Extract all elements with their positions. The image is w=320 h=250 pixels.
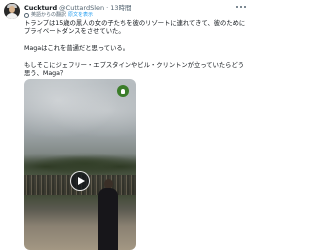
media-badge-icon [117, 85, 129, 97]
badge-glyph [121, 88, 125, 94]
video-person [98, 188, 118, 250]
post-time[interactable]: 13時間 [110, 3, 131, 13]
post-text-line: Magaはこれを普通だと思っている。 [24, 45, 129, 53]
more-icon[interactable] [235, 2, 247, 12]
play-icon[interactable] [70, 171, 90, 191]
more-dot [244, 6, 246, 8]
separator-dot: · [106, 4, 109, 12]
post-text-line: もしそこにジェフリー・エプスタインやビル・クリントンが立っていたらどう思う、Ma… [24, 62, 245, 78]
play-triangle [78, 177, 85, 185]
show-original-link[interactable]: 原文を表示 [68, 12, 93, 19]
post-text: トランプは15歳の黒人の女の子たちを彼のリゾートに連れてきて、彼のためにプライベ… [24, 20, 246, 79]
translation-label: 英語からの翻訳 [31, 12, 67, 18]
post: Cuckturd @CuttardSlen · 13時間 英語からの翻訳 原文を… [0, 0, 250, 250]
more-dot [240, 6, 242, 8]
more-dot [236, 6, 238, 8]
avatar[interactable] [4, 3, 20, 19]
avatar-face [9, 6, 15, 13]
translation-note: 英語からの翻訳 原文を表示 [24, 12, 93, 19]
avatar-body [6, 13, 18, 19]
post-video[interactable] [24, 79, 136, 250]
globe-icon [24, 13, 29, 18]
post-text-line: トランプは15歳の黒人の女の子たちを彼のリゾートに連れてきて、彼のためにプライベ… [24, 20, 246, 36]
